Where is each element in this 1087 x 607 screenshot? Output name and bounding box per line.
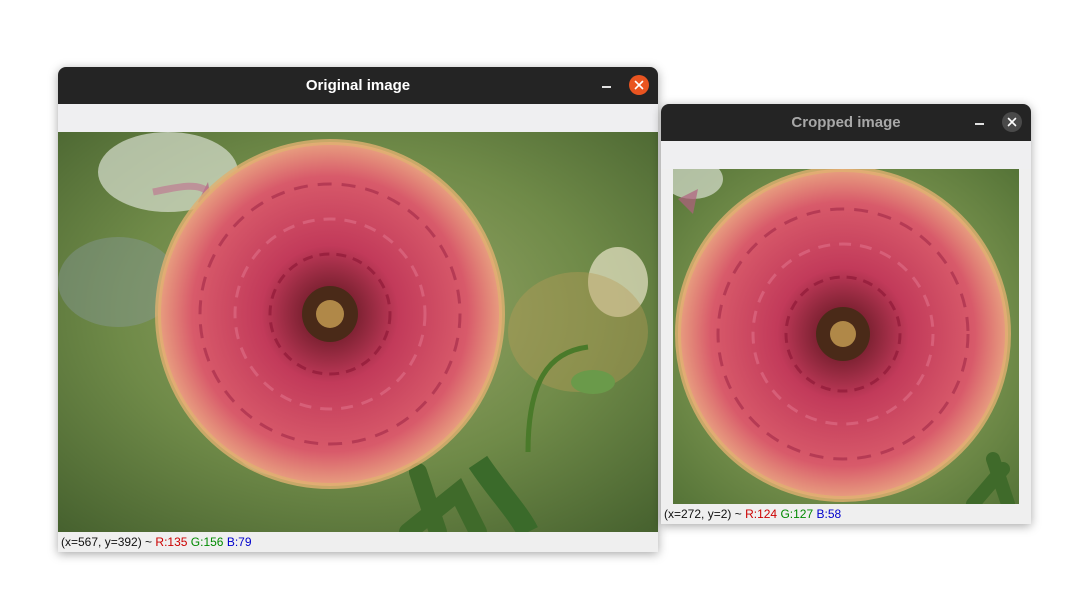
cropped-toolbar (661, 141, 1031, 169)
cropped-titlebar[interactable]: Cropped image (661, 104, 1031, 141)
cropped-image-window[interactable]: Cropped image (x=272, y=2) ~ R:124 G:127… (661, 104, 1031, 524)
original-status-blue: B:79 (226, 535, 252, 549)
original-minimize-button[interactable] (596, 75, 616, 95)
original-image-window[interactable]: Original image (x=567, y=392) ~ R:135 G:… (58, 67, 658, 552)
dahlia-flower-photo (673, 169, 1019, 504)
original-close-button[interactable] (629, 75, 649, 95)
cropped-close-button[interactable] (1002, 112, 1022, 132)
cropped-status-bar: (x=272, y=2) ~ R:124 G:127 B:58 (661, 504, 1031, 524)
original-status-bar: (x=567, y=392) ~ R:135 G:156 B:79 (58, 532, 658, 552)
close-icon (1007, 117, 1017, 127)
close-icon (634, 80, 644, 90)
cropped-status-coords: (x=272, y=2) ~ (664, 507, 742, 521)
original-image-canvas[interactable] (58, 132, 658, 532)
minimize-icon (974, 123, 984, 125)
cropped-status-red: R:124 (745, 507, 778, 521)
original-status-red: R:135 (155, 535, 188, 549)
original-toolbar (58, 104, 658, 132)
original-window-title: Original image (305, 77, 411, 94)
cropped-minimize-button[interactable] (969, 112, 989, 132)
original-titlebar[interactable]: Original image (58, 67, 658, 104)
cropped-window-title: Cropped image (791, 114, 901, 131)
cropped-status-green: G:127 (780, 507, 814, 521)
cropped-image-canvas[interactable] (673, 169, 1019, 504)
minimize-icon (601, 86, 611, 88)
cropped-status-blue: B:58 (816, 507, 842, 521)
dahlia-flower-photo (58, 132, 658, 532)
original-status-green: G:156 (190, 535, 224, 549)
original-status-coords: (x=567, y=392) ~ (61, 535, 153, 549)
